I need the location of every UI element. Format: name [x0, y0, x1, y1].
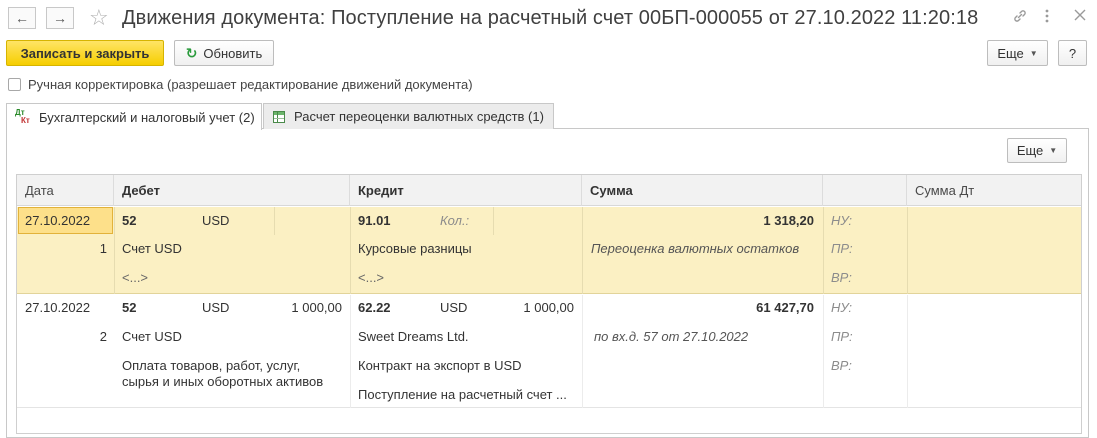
row1-credit-account: 91.01 — [358, 213, 391, 228]
row2-debit-subconto1: Счет USD — [122, 329, 182, 344]
refresh-icon: ↻ — [185, 44, 198, 61]
table-more-button-label: Еще — [1016, 143, 1044, 158]
row1-debit-account: 52 — [122, 213, 137, 228]
manual-correction-checkbox[interactable] — [8, 78, 21, 91]
row2-number: 2 — [99, 329, 107, 344]
accounting-dt-kt-icon: Дт Кт — [15, 108, 30, 125]
tab-currency-revaluation-label: Расчет переоценки валютных средств (1) — [294, 109, 544, 124]
movements-table[interactable]: Дата Дебет Кредит Сумма Сумма Дт 27.10.2… — [16, 174, 1082, 434]
row2-credit-account: 62.22 — [358, 300, 391, 315]
row2-debit-currency: USD — [202, 300, 230, 315]
window-title: Движения документа: Поступление на расче… — [122, 7, 979, 29]
more-button-label: Еще — [997, 45, 1024, 61]
column-credit[interactable]: Кредит — [350, 175, 582, 206]
arrow-left-icon: ← — [15, 10, 29, 26]
row2-debit-subconto2-line1: Оплата товаров, работ, услуг, — [122, 358, 301, 373]
row2-debit-amount: 1 000,00 — [291, 300, 342, 315]
row1-pr-label: ПР: — [831, 241, 853, 256]
table-header: Дата Дебет Кредит Сумма Сумма Дт — [17, 175, 1081, 206]
save-and-close-button[interactable]: Записать и закрыть — [6, 40, 164, 66]
row1-number: 1 — [99, 241, 107, 256]
row2-debit-subconto2-line2: сырья и иных оборотных активов — [122, 374, 324, 389]
caret-down-icon: ▼ — [1049, 146, 1058, 155]
refresh-button[interactable]: ↻ Обновить — [174, 40, 274, 66]
help-button[interactable]: ? — [1058, 40, 1087, 66]
row2-credit-amount: 1 000,00 — [523, 300, 574, 315]
column-debit[interactable]: Дебет — [114, 175, 350, 206]
table-icon — [273, 110, 285, 123]
row1-credit-qty-label: Кол.: — [440, 213, 470, 228]
caret-down-icon: ▼ — [1029, 48, 1038, 58]
row1-debit-subconto2: <...> — [122, 270, 149, 285]
column-date[interactable]: Дата — [17, 175, 114, 206]
more-vert-icon[interactable] — [1044, 8, 1050, 27]
close-icon[interactable] — [1073, 8, 1087, 25]
more-button[interactable]: Еще ▼ — [987, 40, 1048, 66]
row1-debit-subconto1: Счет USD — [122, 241, 182, 256]
row2-credit-currency: USD — [440, 300, 468, 315]
column-tax[interactable] — [823, 175, 907, 206]
row1-credit-subconto2: <...> — [358, 270, 385, 285]
favorite-star-icon[interactable]: ☆ — [89, 5, 109, 31]
row2-credit-subconto2: Контракт на экспорт в USD — [358, 358, 522, 373]
table-more-button[interactable]: Еще ▼ — [1007, 138, 1067, 163]
column-sum[interactable]: Сумма — [582, 175, 823, 206]
row2-credit-subconto1: Sweet Dreams Ltd. — [358, 329, 469, 344]
manual-correction-label: Ручная корректировка (разрешает редактир… — [28, 77, 473, 92]
row2-credit-subconto3: Поступление на расчетный счет ... — [358, 387, 567, 402]
row1-date: 27.10.2022 — [25, 213, 91, 228]
tab-accounting-label: Бухгалтерский и налоговый учет (2) — [39, 109, 255, 125]
arrow-right-icon: → — [53, 10, 67, 26]
forward-button[interactable]: → — [46, 7, 74, 29]
row2-date: 27.10.2022 — [25, 300, 91, 315]
link-icon[interactable] — [1012, 8, 1028, 27]
row2-pr-label: ПР: — [831, 329, 853, 344]
tab-accounting[interactable]: Дт Кт Бухгалтерский и налоговый учет (2) — [6, 103, 262, 130]
tab-currency-revaluation[interactable]: Расчет переоценки валютных средств (1) — [263, 103, 554, 129]
column-sum-dt[interactable]: Сумма Дт — [907, 175, 1081, 206]
row2-sum: 61 427,70 — [756, 300, 814, 315]
row1-debit-currency: USD — [202, 213, 230, 228]
row1-vr-label: ВР: — [831, 270, 852, 285]
refresh-button-label: Обновить — [203, 45, 263, 61]
row2-vr-label: ВР: — [831, 358, 852, 373]
row2-nu-label: НУ: — [831, 300, 853, 315]
back-button[interactable]: ← — [8, 7, 36, 29]
row1-sum: 1 318,20 — [763, 213, 814, 228]
row2-debit-account: 52 — [122, 300, 137, 315]
row1-credit-subconto1: Курсовые разницы — [358, 241, 472, 256]
row2-content: по вх.д. 57 от 27.10.2022 — [594, 329, 749, 344]
row1-nu-label: НУ: — [831, 213, 853, 228]
row1-content: Переоценка валютных остатков — [591, 241, 800, 256]
